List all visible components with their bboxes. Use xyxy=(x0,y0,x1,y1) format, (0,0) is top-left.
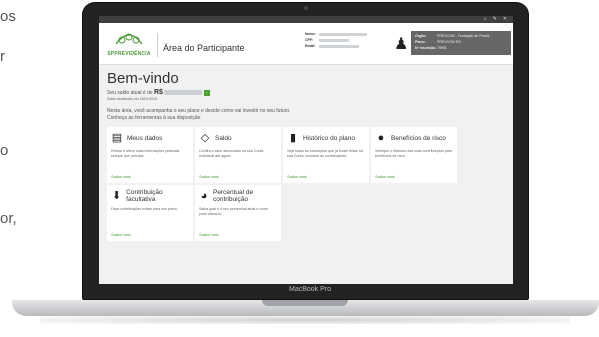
card-saldo[interactable]: ◇ Saldo Confira o valor acumulado na sua … xyxy=(195,127,281,183)
card-title: Contribuição facultativa xyxy=(126,189,163,203)
id-card-icon: ▤ xyxy=(111,132,123,144)
book-icon: ▮ xyxy=(289,132,297,144)
laptop-screen: ⌂ ✎ ✕ SPPREVIDÊNCIA Área do Participante… xyxy=(99,16,513,284)
page-title: Área do Participante xyxy=(163,43,245,53)
laptop-notch xyxy=(262,300,348,306)
card-historico[interactable]: ▮ Histórico do plano Veja todas as transa… xyxy=(283,127,369,183)
intro-line-2: Conheça as ferramentas à sua disposição xyxy=(107,115,201,121)
user-email-value xyxy=(319,44,359,48)
user-name-value xyxy=(319,32,367,36)
tools-grid: ▤ Meus dados Revise e altere suas informa… xyxy=(107,127,505,241)
card-title: Benefícios de risco xyxy=(391,134,446,142)
card-description: Revise e altere suas informações pessoai… xyxy=(111,149,180,158)
balance-updated: Saldo atualizado em 15/01/2015. xyxy=(107,97,159,101)
logo[interactable]: SPPREVIDÊNCIA xyxy=(107,28,151,60)
user-email-label: Email: xyxy=(305,44,316,48)
card-meus-dados[interactable]: ▤ Meus dados Revise e altere suas informa… xyxy=(107,127,193,183)
welcome-heading: Bem-vindo xyxy=(107,70,179,87)
pie-chart-icon: ◕ xyxy=(200,190,208,202)
card-beneficios[interactable]: ● Benefícios de risco Verifique o históri… xyxy=(371,127,457,183)
card-title: Percentual de contribuição xyxy=(212,189,254,203)
edge-text-3: o xyxy=(0,142,9,159)
balance-value-masked xyxy=(164,90,203,96)
inscription-label: Nº Inscrição: xyxy=(415,46,437,50)
card-title: Saldo xyxy=(215,134,232,142)
inscription-value: 75991 xyxy=(437,46,447,50)
card-percentual[interactable]: ◕ Percentual de contribuição Saiba qual é… xyxy=(195,185,281,241)
laptop-brand: MacBook Pro xyxy=(288,286,332,293)
logo-icon xyxy=(115,33,143,45)
org-value: PREVCOM - Fundação de Previd... xyxy=(437,34,493,38)
laptop-shadow xyxy=(40,316,570,324)
user-icon[interactable]: ♟ xyxy=(394,34,408,54)
edge-text-1: os xyxy=(0,8,16,25)
intro-text: Nesta área, você acompanha o seu plano e… xyxy=(107,108,505,122)
balance-prefix: Seu saldo atual é de xyxy=(107,90,153,96)
logo-text: SPPREVIDÊNCIA xyxy=(107,51,151,57)
edge-text-2: r xyxy=(0,48,5,65)
card-title: Meus dados xyxy=(127,134,163,142)
download-icon: ⬇ xyxy=(111,190,122,202)
money-icon: ◇ xyxy=(200,132,210,144)
card-link[interactable]: Saiba mais xyxy=(111,232,131,237)
card-link[interactable]: Saiba mais xyxy=(199,174,219,179)
card-description: Saiba qual é o seu percentual atual e co… xyxy=(199,207,269,216)
card-description: Faça contribuições extras para seu plano… xyxy=(111,207,178,211)
card-description: Confira o valor acumulado na sua Conta I… xyxy=(199,149,264,158)
user-cpf-value xyxy=(319,38,349,42)
wrench-icon[interactable]: ✎ xyxy=(493,16,497,23)
close-icon[interactable]: ✕ xyxy=(503,16,507,23)
intro-line-1: Nesta área, você acompanha o seu plano e… xyxy=(107,108,291,114)
card-link[interactable]: Saiba mais xyxy=(287,174,307,179)
plan-value: PREVCOM RG xyxy=(437,40,461,44)
card-title: Histórico do plano xyxy=(303,134,356,142)
currency-symbol: R$ xyxy=(153,89,163,96)
home-icon[interactable]: ⌂ xyxy=(484,16,487,23)
user-info: Nome: CPF: Email: xyxy=(305,31,367,49)
card-link[interactable]: Saiba mais xyxy=(111,174,131,179)
top-bar: ⌂ ✎ ✕ xyxy=(99,16,513,23)
alert-icon: ● xyxy=(377,132,385,144)
edge-text-4: or, xyxy=(0,210,17,227)
card-description: Veja todas as transações que já foram fe… xyxy=(287,149,363,158)
header: SPPREVIDÊNCIA Área do Participante Nome:… xyxy=(99,23,513,65)
org-info: Órgão: PREVCOM - Fundação de Previd... Pl… xyxy=(411,31,511,55)
card-link[interactable]: Saiba mais xyxy=(375,174,395,179)
card-description: Verifique o histórico das suas contribui… xyxy=(375,149,453,158)
card-contribuicao[interactable]: ⬇ Contribuição facultativa Faça contribui… xyxy=(107,185,193,241)
main-content: Bem-vindo Seu saldo atual é de R$ › Sald… xyxy=(99,65,513,246)
balance-line: Seu saldo atual é de R$ › xyxy=(107,89,505,96)
card-link[interactable]: Saiba mais xyxy=(199,232,219,237)
header-divider xyxy=(157,33,158,57)
balance-go-button[interactable]: › xyxy=(203,89,210,96)
camera xyxy=(304,6,308,10)
